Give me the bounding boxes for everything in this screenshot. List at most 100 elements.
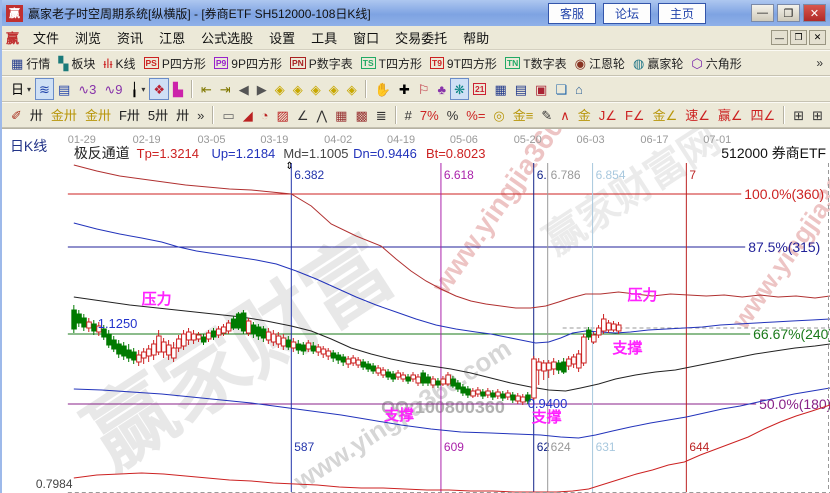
j-angle-button[interactable]: J∠: [595, 104, 621, 126]
shift-left-button[interactable]: ◈: [271, 78, 289, 100]
speed-angle-button[interactable]: 速∠: [681, 104, 714, 126]
period-dropdown[interactable]: 日▾: [7, 78, 35, 100]
wave3-button[interactable]: ∿3: [74, 78, 100, 100]
more-rulers-button[interactable]: »: [193, 104, 208, 126]
pattern-button[interactable]: ❖: [149, 78, 169, 100]
mdi-restore-button[interactable]: ❐: [790, 30, 807, 45]
gold-angle-button[interactable]: 金∠: [649, 104, 682, 126]
four-line-button[interactable]: 四∠: [747, 104, 780, 126]
toolbar-main: ▦行情▚板块ᵻǀᵻK线PSP四方形P99P四方形PNP数字表TST四方形T99T…: [2, 50, 830, 76]
home-button[interactable]: 主页: [658, 3, 706, 24]
t-table-button[interactable]: TNT数字表: [501, 52, 571, 74]
gold-line-button[interactable]: 金≡: [509, 104, 538, 126]
9p-square-button[interactable]: P99P四方形: [210, 52, 286, 74]
pan-hand-button[interactable]: ✋: [371, 78, 395, 100]
shift-right-button[interactable]: ◈: [289, 78, 307, 100]
crosshair-button[interactable]: ✚: [395, 78, 414, 100]
close-button[interactable]: ✕: [803, 4, 826, 22]
last-page-button[interactable]: ⇥: [216, 78, 235, 100]
f-angle-button[interactable]: F∠: [621, 104, 649, 126]
wave3-icon: ∿3: [78, 83, 96, 96]
gann-ruler-5-button[interactable]: 5卅: [144, 104, 172, 126]
arc-tool-button[interactable]: ◔: [257, 104, 273, 126]
rect-tool-button[interactable]: ▭: [218, 104, 238, 126]
menu-help[interactable]: 帮助: [455, 26, 497, 49]
draw-pen-button[interactable]: ✐: [7, 104, 26, 126]
fit-all-button[interactable]: ◈: [343, 78, 361, 100]
gann-ruler-gold1-button[interactable]: 金卅: [47, 104, 81, 126]
chart-canvas[interactable]: 赢家财富赢家财富网www.yingjia360.comwww.yingjia36…: [2, 129, 830, 493]
support-button[interactable]: 客服: [548, 3, 596, 24]
forum-button[interactable]: 论坛: [603, 3, 651, 24]
expand-h-button[interactable]: ◈: [307, 78, 325, 100]
volume-color-button[interactable]: ▙: [169, 78, 187, 100]
calculator-button[interactable]: ▦: [490, 78, 510, 100]
prev-button[interactable]: ◀: [235, 78, 253, 100]
menu-tools[interactable]: 工具: [303, 26, 345, 49]
parallel-tool-button[interactable]: ≣: [372, 104, 391, 126]
grid-tool-button[interactable]: ▦: [331, 104, 351, 126]
minimize-button[interactable]: —: [751, 4, 774, 22]
menu-window[interactable]: 窗口: [345, 26, 387, 49]
angle-tool-button[interactable]: ∠: [293, 104, 313, 126]
compress-h-button[interactable]: ◈: [325, 78, 343, 100]
chip-dist-button[interactable]: ♣: [434, 78, 451, 100]
menu-formula-stock-pick[interactable]: 公式选股: [193, 26, 261, 49]
toolbar-overflow-button[interactable]: »: [816, 56, 825, 70]
hexagon-icon: ⬡: [691, 57, 702, 70]
hexagon-button[interactable]: ⬡六角形: [687, 52, 745, 74]
win-angle-button[interactable]: 赢∠: [714, 104, 747, 126]
t-square-button[interactable]: TST四方形: [357, 52, 426, 74]
flag-note-button[interactable]: ⚐: [414, 78, 434, 100]
p-square-button[interactable]: PSP四方形: [140, 52, 210, 74]
memo-button[interactable]: ▤: [511, 78, 531, 100]
gann-ruler-button[interactable]: 卅: [26, 104, 47, 126]
info-view-button[interactable]: ▤: [54, 78, 74, 100]
menu-gann[interactable]: 江恩: [151, 26, 193, 49]
gann-wheel-button[interactable]: ◉江恩轮: [571, 52, 629, 74]
menu-news[interactable]: 资讯: [109, 26, 151, 49]
grid2-tool-button[interactable]: ▩: [351, 104, 371, 126]
gold-section-button[interactable]: 金: [574, 104, 595, 126]
restore-button[interactable]: ❐: [777, 4, 800, 22]
save-button[interactable]: ▣: [531, 78, 551, 100]
stats-tool-button[interactable]: #: [401, 104, 416, 126]
menu-file[interactable]: 文件: [25, 26, 67, 49]
sectors-button[interactable]: ▚板块: [54, 52, 99, 74]
percent-line-button[interactable]: %=: [462, 104, 489, 126]
gann-ruler2-button[interactable]: 卅: [172, 104, 193, 126]
menu-trade[interactable]: 交易委托: [387, 26, 455, 49]
menu-settings[interactable]: 设置: [261, 26, 303, 49]
wave9-button[interactable]: ∿9: [100, 78, 126, 100]
mdi-minimize-button[interactable]: —: [771, 30, 788, 45]
9t-square-button[interactable]: T99T四方形: [426, 52, 501, 74]
zigzag-tool-button[interactable]: ⋀: [313, 104, 332, 126]
quotes-button[interactable]: ▦行情: [7, 52, 54, 74]
smart-brain-button[interactable]: ❋: [450, 78, 469, 100]
p-table-button[interactable]: PNP数字表: [286, 52, 357, 74]
main-view-button[interactable]: ≋: [35, 78, 54, 100]
gold-circle-button[interactable]: ◎: [489, 104, 508, 126]
wave-a-button[interactable]: ∧: [556, 104, 574, 126]
mdi-close-button[interactable]: ✕: [809, 30, 826, 45]
multi-window-button[interactable]: ❏: [551, 78, 571, 100]
percent-tool-button[interactable]: %: [443, 104, 463, 126]
next-button[interactable]: ▶: [253, 78, 271, 100]
gann-fan-button[interactable]: ◢: [239, 104, 257, 126]
grid-window1-button[interactable]: ⊞: [789, 104, 808, 126]
toolbar-button-label: 9T四方形: [447, 55, 497, 72]
calendar-button[interactable]: 21: [469, 78, 490, 100]
remote-button[interactable]: ⌂: [571, 78, 587, 100]
brush-angle-button[interactable]: ✎: [537, 104, 556, 126]
candle-style-dropdown[interactable]: ╽▾: [126, 78, 149, 100]
menu-browse[interactable]: 浏览: [67, 26, 109, 49]
percent-zone-button[interactable]: 7%: [416, 104, 443, 126]
gann-ruler-f-icon: F卅: [119, 109, 140, 122]
grid-window2-button[interactable]: ⊞: [808, 104, 827, 126]
winner-wheel-button[interactable]: ◍赢家轮: [629, 52, 687, 74]
first-page-button[interactable]: ⇤: [197, 78, 216, 100]
fan-box-button[interactable]: ▨: [273, 104, 293, 126]
kline-button[interactable]: ᵻǀᵻK线: [99, 52, 139, 74]
gann-ruler-gold2-button[interactable]: 金卅: [81, 104, 115, 126]
gann-ruler-f-button[interactable]: F卅: [115, 104, 144, 126]
